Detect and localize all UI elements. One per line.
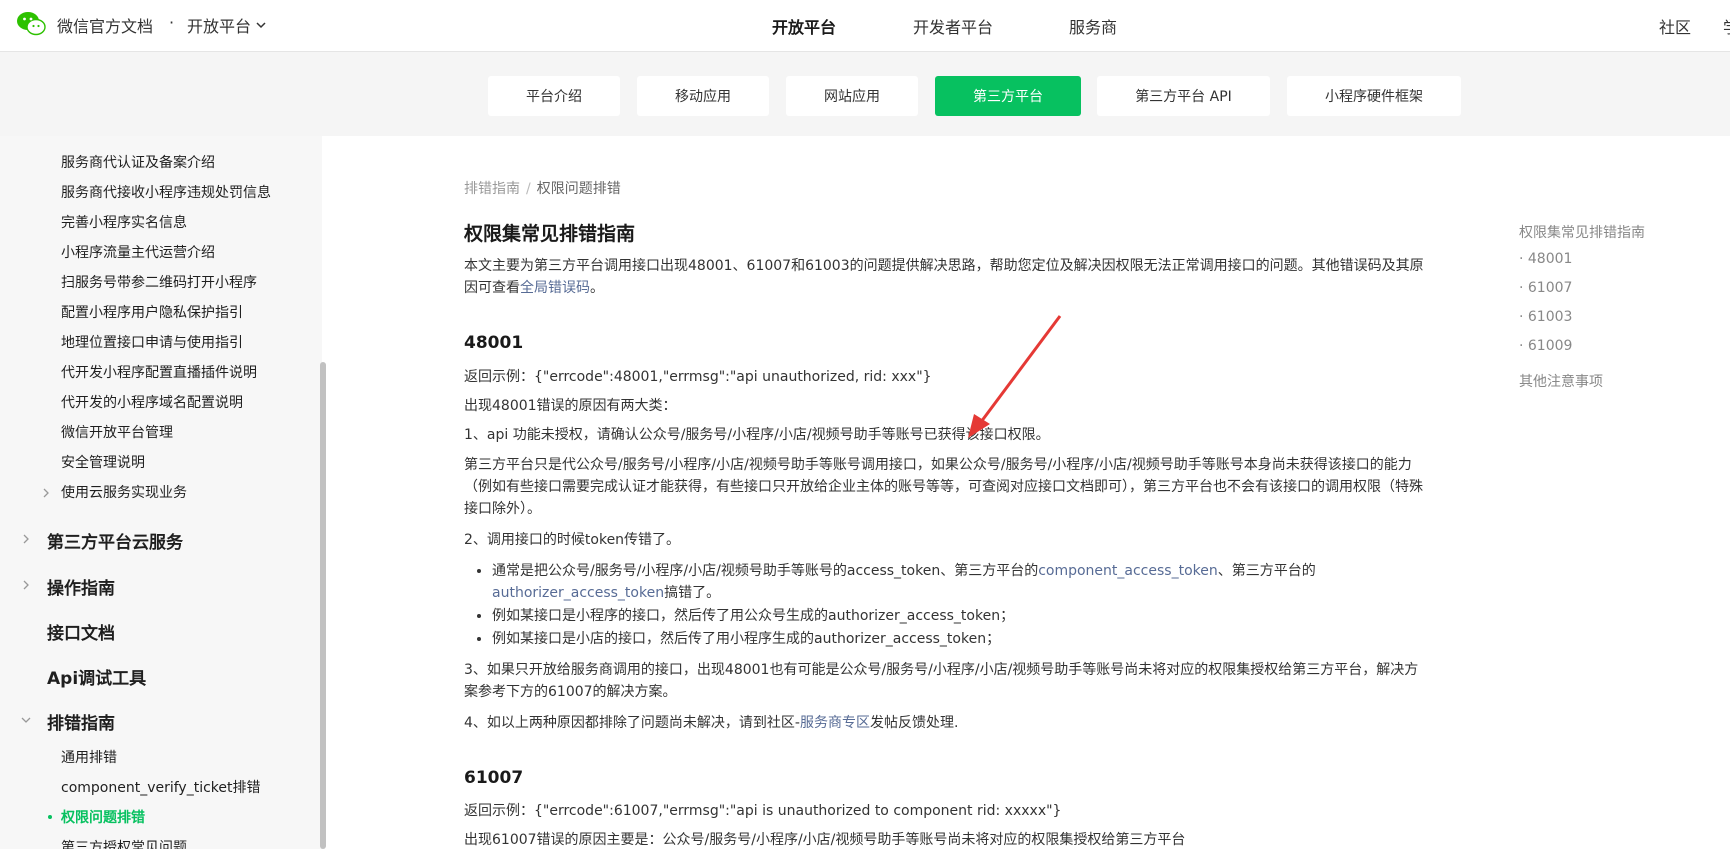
breadcrumb-current: 权限问题排错 [536, 181, 621, 197]
sidebar-item[interactable]: 服务商代接收小程序违规处罚信息 [61, 182, 271, 202]
reason-4-text-b: 发帖反馈处理. [869, 715, 959, 731]
breadcrumb: 排错指南 / 权限问题排错 [464, 178, 621, 198]
platform-switch[interactable]: 开放平台 [187, 13, 267, 37]
section-48001-title: 48001 [464, 333, 524, 353]
brand-separator: · [169, 13, 175, 32]
tab-platform-intro[interactable]: 平台介绍 [488, 76, 620, 116]
sidebar-item[interactable]: 扫服务号带参二维码打开小程序 [61, 272, 257, 292]
service-provider-zone-link[interactable]: 服务商专区 [800, 715, 870, 731]
authorizer-access-token-link[interactable]: authorizer_access_token [492, 585, 664, 601]
section-48001-example: 返回示例：{"errcode":48001,"errmsg":"api unau… [464, 369, 932, 385]
reason-3: 3、如果只开放给服务商调用的接口，出现48001也有可能是公众号/服务号/小程序… [464, 662, 1419, 700]
component-access-token-link[interactable]: component_access_token [1038, 563, 1218, 579]
chevron-right-icon[interactable] [21, 534, 31, 544]
section-61007-title: 61007 [464, 768, 524, 788]
platform-switch-label: 开放平台 [187, 17, 252, 36]
sidebar-item-auth-faq[interactable]: 第三方授权常见问题 [61, 837, 187, 849]
section-61007-example: 返回示例：{"errcode":61007,"errmsg":"api is u… [464, 803, 1062, 819]
sidebar: 服务商代认证及备案介绍 服务商代接收小程序违规处罚信息 完善小程序实名信息 小程… [0, 136, 322, 849]
reason-1: 1、api 功能未授权，请确认公众号/服务号/小程序/小店/视频号助手等账号已获… [464, 427, 1050, 443]
toc-item-48001[interactable]: · 48001 [1519, 251, 1572, 267]
reason-4-text-a: 4、如以上两种原因都排除了问题尚未解决，请到社区- [464, 715, 800, 731]
top-header: 微信官方文档 · 开放平台 开放平台 开发者平台 服务商 社区 学 [0, 0, 1730, 55]
toc-item-61003[interactable]: · 61003 [1519, 309, 1572, 325]
reason-1-detail: 第三方平台只是代公众号/服务号/小程序/小店/视频号助手等账号调用接口，如果公众… [464, 457, 1423, 517]
intro-end: 。 [590, 280, 604, 296]
sidebar-item[interactable]: 配置小程序用户隐私保护指引 [61, 302, 243, 322]
reason-4: 4、如以上两种原因都排除了问题尚未解决，请到社区-服务商专区发帖反馈处理. [464, 712, 1424, 734]
nav-study[interactable]: 学 [1723, 14, 1730, 38]
sidebar-section-troubleshooting[interactable]: 排错指南 [47, 709, 115, 734]
breadcrumb-parent[interactable]: 排错指南 [464, 181, 520, 197]
breadcrumb-separator: / [526, 181, 531, 197]
chevron-down-icon[interactable] [21, 715, 31, 725]
list-item: 例如某接口是小程序的接口，然后传了用公众号生成的authorizer_acces… [492, 605, 1392, 627]
nav-community[interactable]: 社区 [1659, 14, 1691, 38]
reason-2-list: 通常是把公众号/服务号/小程序/小店/视频号助手等账号的access_token… [492, 560, 1392, 651]
sidebar-section-api-docs[interactable]: 接口文档 [47, 619, 115, 644]
sidebar-section-cloud[interactable]: 第三方平台云服务 [47, 528, 183, 553]
chevron-down-icon [256, 22, 266, 29]
toc-item-61009[interactable]: · 61009 [1519, 338, 1572, 354]
section-61007-reason: 出现61007错误的原因主要是：公众号/服务号/小程序/小店/视频号助手等账号尚… [464, 832, 1186, 848]
tab-website-app[interactable]: 网站应用 [786, 76, 918, 116]
sidebar-section-guide[interactable]: 操作指南 [47, 574, 115, 599]
bullet-1-text-b: 、第三方平台的 [1217, 563, 1316, 579]
active-dot-icon [48, 815, 52, 819]
sidebar-item-cloud-service[interactable]: 使用云服务实现业务 [61, 482, 187, 502]
bullet-1-text-c: 搞错了。 [664, 585, 721, 601]
section-48001-reasons: 出现48001错误的原因有两大类： [464, 398, 677, 414]
sidebar-item[interactable]: 地理位置接口申请与使用指引 [61, 332, 243, 352]
tab-third-party-platform[interactable]: 第三方平台 [935, 76, 1081, 116]
sidebar-section-api-debug[interactable]: Api调试工具 [47, 664, 146, 689]
nav-developer-platform[interactable]: 开发者平台 [913, 14, 993, 38]
sidebar-item[interactable]: 微信开放平台管理 [61, 422, 173, 442]
toc-item-other[interactable]: 其他注意事项 [1519, 371, 1603, 391]
sidebar-item-ticket[interactable]: component_verify_ticket排错 [61, 777, 261, 797]
toc-title[interactable]: 权限集常见排错指南 [1519, 222, 1645, 242]
chevron-right-icon[interactable] [41, 488, 51, 498]
nav-service-provider[interactable]: 服务商 [1069, 14, 1117, 38]
brand-title[interactable]: 微信官方文档 [57, 13, 153, 37]
list-item: 通常是把公众号/服务号/小程序/小店/视频号助手等账号的access_token… [492, 560, 1392, 604]
chevron-right-icon[interactable] [21, 580, 31, 590]
page-title: 权限集常见排错指南 [464, 223, 636, 245]
intro-paragraph: 本文主要为第三方平台调用接口出现48001、61007和61003的问题提供解决… [464, 255, 1424, 299]
tab-mini-program-hardware[interactable]: 小程序硬件框架 [1287, 76, 1461, 116]
nav-open-platform[interactable]: 开放平台 [772, 14, 836, 38]
sidebar-item[interactable]: 服务商代认证及备案介绍 [61, 152, 215, 172]
reason-2: 2、调用接口的时候token传错了。 [464, 532, 681, 548]
sidebar-scrollbar[interactable] [320, 362, 326, 849]
sidebar-item-permission[interactable]: 权限问题排错 [61, 807, 145, 827]
sidebar-item[interactable]: 完善小程序实名信息 [61, 212, 187, 232]
sidebar-item[interactable]: 代开发小程序配置直播插件说明 [61, 362, 257, 382]
wechat-logo-icon[interactable] [16, 10, 46, 38]
sub-tabs-bar: 平台介绍 移动应用 网站应用 第三方平台 第三方平台 API 小程序硬件框架 [0, 52, 1730, 136]
sidebar-item-general[interactable]: 通用排错 [61, 747, 117, 767]
toc-item-61007[interactable]: · 61007 [1519, 280, 1572, 296]
sidebar-item[interactable]: 小程序流量主代运营介绍 [61, 242, 215, 262]
tab-third-party-api[interactable]: 第三方平台 API [1097, 76, 1270, 116]
global-error-code-link[interactable]: 全局错误码 [520, 280, 590, 296]
tab-mobile-app[interactable]: 移动应用 [637, 76, 769, 116]
intro-text: 本文主要为第三方平台调用接口出现48001、61007和61003的问题提供解决… [464, 258, 1424, 296]
bullet-1-text-a: 通常是把公众号/服务号/小程序/小店/视频号助手等账号的access_token… [492, 563, 1039, 579]
list-item: 例如某接口是小店的接口，然后传了用小程序生成的authorizer_access… [492, 628, 1392, 650]
sidebar-item[interactable]: 代开发的小程序域名配置说明 [61, 392, 243, 412]
sidebar-item[interactable]: 安全管理说明 [61, 452, 145, 472]
